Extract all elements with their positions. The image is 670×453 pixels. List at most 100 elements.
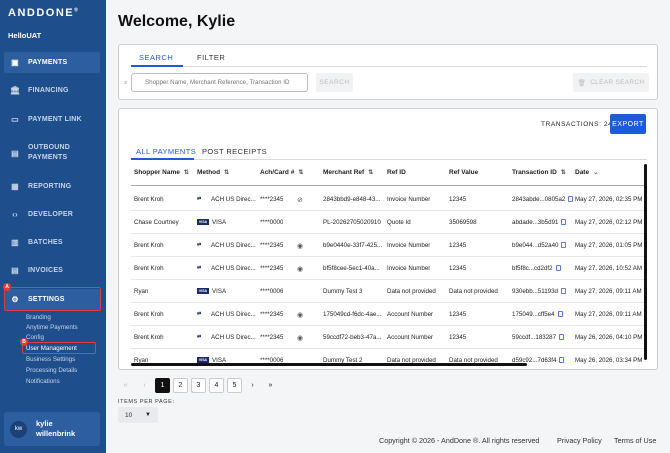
horizontal-scrollbar[interactable] xyxy=(131,363,527,366)
search-button[interactable]: SEARCH xyxy=(316,73,353,92)
table-row[interactable]: Brent Kroh ⇄ ACH US Direc... ****2345 bf5f8c… xyxy=(131,257,647,280)
last-page-button[interactable]: » xyxy=(263,378,278,393)
cell-merchant-ref: 2843bbd9-e848-43... xyxy=(323,196,381,203)
eye-icon[interactable]: ◉ xyxy=(297,265,303,273)
sort-icon[interactable]: ⇅ xyxy=(184,170,189,176)
copy-icon[interactable] xyxy=(557,311,563,318)
copy-icon[interactable] xyxy=(555,265,561,272)
next-page-button[interactable]: › xyxy=(245,378,260,393)
table-row[interactable]: Brent Kroh ⇄ ACH US Direc... ****2345 2843bb… xyxy=(131,188,647,211)
search-input[interactable] xyxy=(131,73,308,92)
page-title: Welcome, Kylie xyxy=(118,13,236,30)
tab-post-receipts[interactable]: POST RECEIPTS xyxy=(202,147,267,156)
user-name: kylie willenbrink xyxy=(36,419,76,438)
settings-sub-processing-details[interactable]: Processing Details xyxy=(26,367,77,374)
column-header-method[interactable]: Method ⇅ xyxy=(197,169,229,176)
visa-icon: VISA xyxy=(197,288,209,295)
cell-ref-value: Data not provided xyxy=(449,288,498,295)
reporting-icon: ▦ xyxy=(11,182,19,191)
payments-icon: ▣ xyxy=(11,58,19,67)
cell-date: May 27, 2026, 02:35 PM xyxy=(575,196,643,203)
copy-icon[interactable] xyxy=(561,242,567,249)
page-button-3[interactable]: 3 xyxy=(191,378,206,393)
cell-ref-id: Invoice Number xyxy=(387,196,431,203)
sidebar-item-developer[interactable]: ‹› DEVELOPER xyxy=(4,204,100,225)
copy-icon[interactable] xyxy=(559,334,565,341)
cell-method: VISA VISA xyxy=(197,288,227,295)
cell-merchant-ref: bf5f8cee-5ec1-40a... xyxy=(323,265,380,272)
table-row[interactable]: Brent Kroh ⇄ ACH US Direc... ****2345 59ccdf… xyxy=(131,326,647,349)
cell-method: ⇄ ACH US Direc... xyxy=(197,311,256,318)
settings-sub-config[interactable]: Config xyxy=(26,334,44,341)
eye-icon[interactable]: ◉ xyxy=(297,311,303,319)
first-page-button[interactable]: « xyxy=(118,378,133,393)
column-header-merchant-ref[interactable]: Merchant Ref ⇅ xyxy=(323,169,373,176)
cell-tx-id: 59ccdf...183287 xyxy=(512,334,565,341)
sort-icon[interactable]: ⇅ xyxy=(224,170,229,176)
cell-card: ****0000 xyxy=(260,219,284,226)
brand-logo[interactable]: ANDDONE® xyxy=(8,7,79,19)
settings-sub-anytime-payments[interactable]: Anytime Payments xyxy=(26,324,78,331)
table-row[interactable]: Ryan VISA VISA ****0006 Dummy Test 3 Data not… xyxy=(131,280,647,303)
page-button-2[interactable]: 2 xyxy=(173,378,188,393)
column-header-ref-id[interactable]: Ref ID xyxy=(387,169,406,176)
copy-icon[interactable] xyxy=(561,219,567,226)
cell-merchant-ref: b9e0440e-33f7-425... xyxy=(323,242,383,249)
cell-merchant-ref: PL-20262705020910 xyxy=(323,219,381,226)
trash-icon: 🗑 xyxy=(577,79,587,87)
eye-icon[interactable]: ◉ xyxy=(297,242,303,250)
table-row[interactable]: Ryan VISA VISA ****0006 Dummy Test 2 Data not… xyxy=(131,349,647,369)
sort-icon[interactable]: ⇅ xyxy=(298,170,303,176)
settings-sub-branding[interactable]: Branding xyxy=(26,314,51,321)
table-row[interactable]: Brent Kroh ⇄ ACH US Direc... ****2345 b9e044… xyxy=(131,234,647,257)
tab-filter[interactable]: FILTER xyxy=(197,53,225,62)
column-header-card[interactable]: Ach/Card # ⇅ xyxy=(260,169,303,176)
cell-shopper: Brent Kroh xyxy=(134,311,164,318)
sidebar-item-financing[interactable]: 🏛 FINANCING xyxy=(4,80,100,101)
eye-slash-icon[interactable]: ⊘ xyxy=(297,196,303,204)
sidebar-item-invoices[interactable]: ▤ INVOICES xyxy=(4,260,100,281)
sidebar-item-payment-link[interactable]: ▭ PAYMENT LINK xyxy=(4,109,100,130)
copy-icon[interactable] xyxy=(559,357,565,364)
search-icon: ⌕ xyxy=(124,80,128,86)
eye-icon[interactable]: ◉ xyxy=(297,334,303,342)
items-per-page-select[interactable]: 10 xyxy=(118,407,158,423)
column-header-shopper[interactable]: Shopper Name ⇅ xyxy=(134,169,189,176)
copy-icon[interactable] xyxy=(561,288,566,295)
column-header-transaction-id[interactable]: Transaction ID ⇅ xyxy=(512,169,566,176)
tab-all-payments[interactable]: ALL PAYMENTS xyxy=(136,147,196,156)
page-button-4[interactable]: 4 xyxy=(209,378,224,393)
cell-shopper: Chase Courtney xyxy=(134,219,179,226)
privacy-policy-link[interactable]: Privacy Policy xyxy=(557,436,602,445)
sidebar-item-outbound-payments[interactable]: ▤ OUTBOUND PAYMENTS xyxy=(4,138,100,168)
sidebar-item-payments[interactable]: ▣ PAYMENTS xyxy=(4,52,100,73)
cell-ref-value: 12345 xyxy=(449,334,467,341)
org-name: HelloUAT xyxy=(8,31,42,40)
ach-icon: ⇄ xyxy=(197,265,202,272)
export-button[interactable]: EXPORT xyxy=(610,114,646,134)
tab-search[interactable]: SEARCH xyxy=(139,53,173,62)
settings-sub-business-settings[interactable]: Business Settings xyxy=(26,356,75,363)
terms-of-use-link[interactable]: Terms of Use xyxy=(614,436,656,445)
copy-icon[interactable] xyxy=(568,196,574,203)
column-header-ref-value[interactable]: Ref Value xyxy=(449,169,478,176)
sidebar-item-reporting[interactable]: ▦ REPORTING xyxy=(4,176,100,197)
chevron-down-icon[interactable]: ⌄ xyxy=(593,170,598,176)
page-button-1[interactable]: 1 xyxy=(155,378,170,393)
sort-icon[interactable]: ⇅ xyxy=(561,170,566,176)
column-header-date[interactable]: Date ⌄ xyxy=(575,169,598,176)
link-icon: ▭ xyxy=(11,115,19,124)
settings-sub-notifications[interactable]: Notifications xyxy=(26,378,60,385)
clear-search-button[interactable]: 🗑 CLEAR SEARCH xyxy=(573,73,649,92)
sidebar-item-batches[interactable]: ▥ BATCHES xyxy=(4,232,100,253)
cell-ref-id: Invoice Number xyxy=(387,265,431,272)
prev-page-button[interactable]: ‹ xyxy=(137,378,152,393)
ach-icon: ⇄ xyxy=(197,242,202,249)
sort-icon[interactable]: ⇅ xyxy=(368,170,373,176)
user-card[interactable]: kw kylie willenbrink xyxy=(4,412,100,446)
table-row[interactable]: Brent Kroh ⇄ ACH US Direc... ****2345 175049… xyxy=(131,303,647,326)
table-row[interactable]: Chase Courtney VISA VISA ****0000 PL-2026270… xyxy=(131,211,647,234)
page-button-5[interactable]: 5 xyxy=(227,378,242,393)
vertical-scrollbar[interactable] xyxy=(644,164,647,360)
cell-ref-id: Quote Id xyxy=(387,219,411,226)
